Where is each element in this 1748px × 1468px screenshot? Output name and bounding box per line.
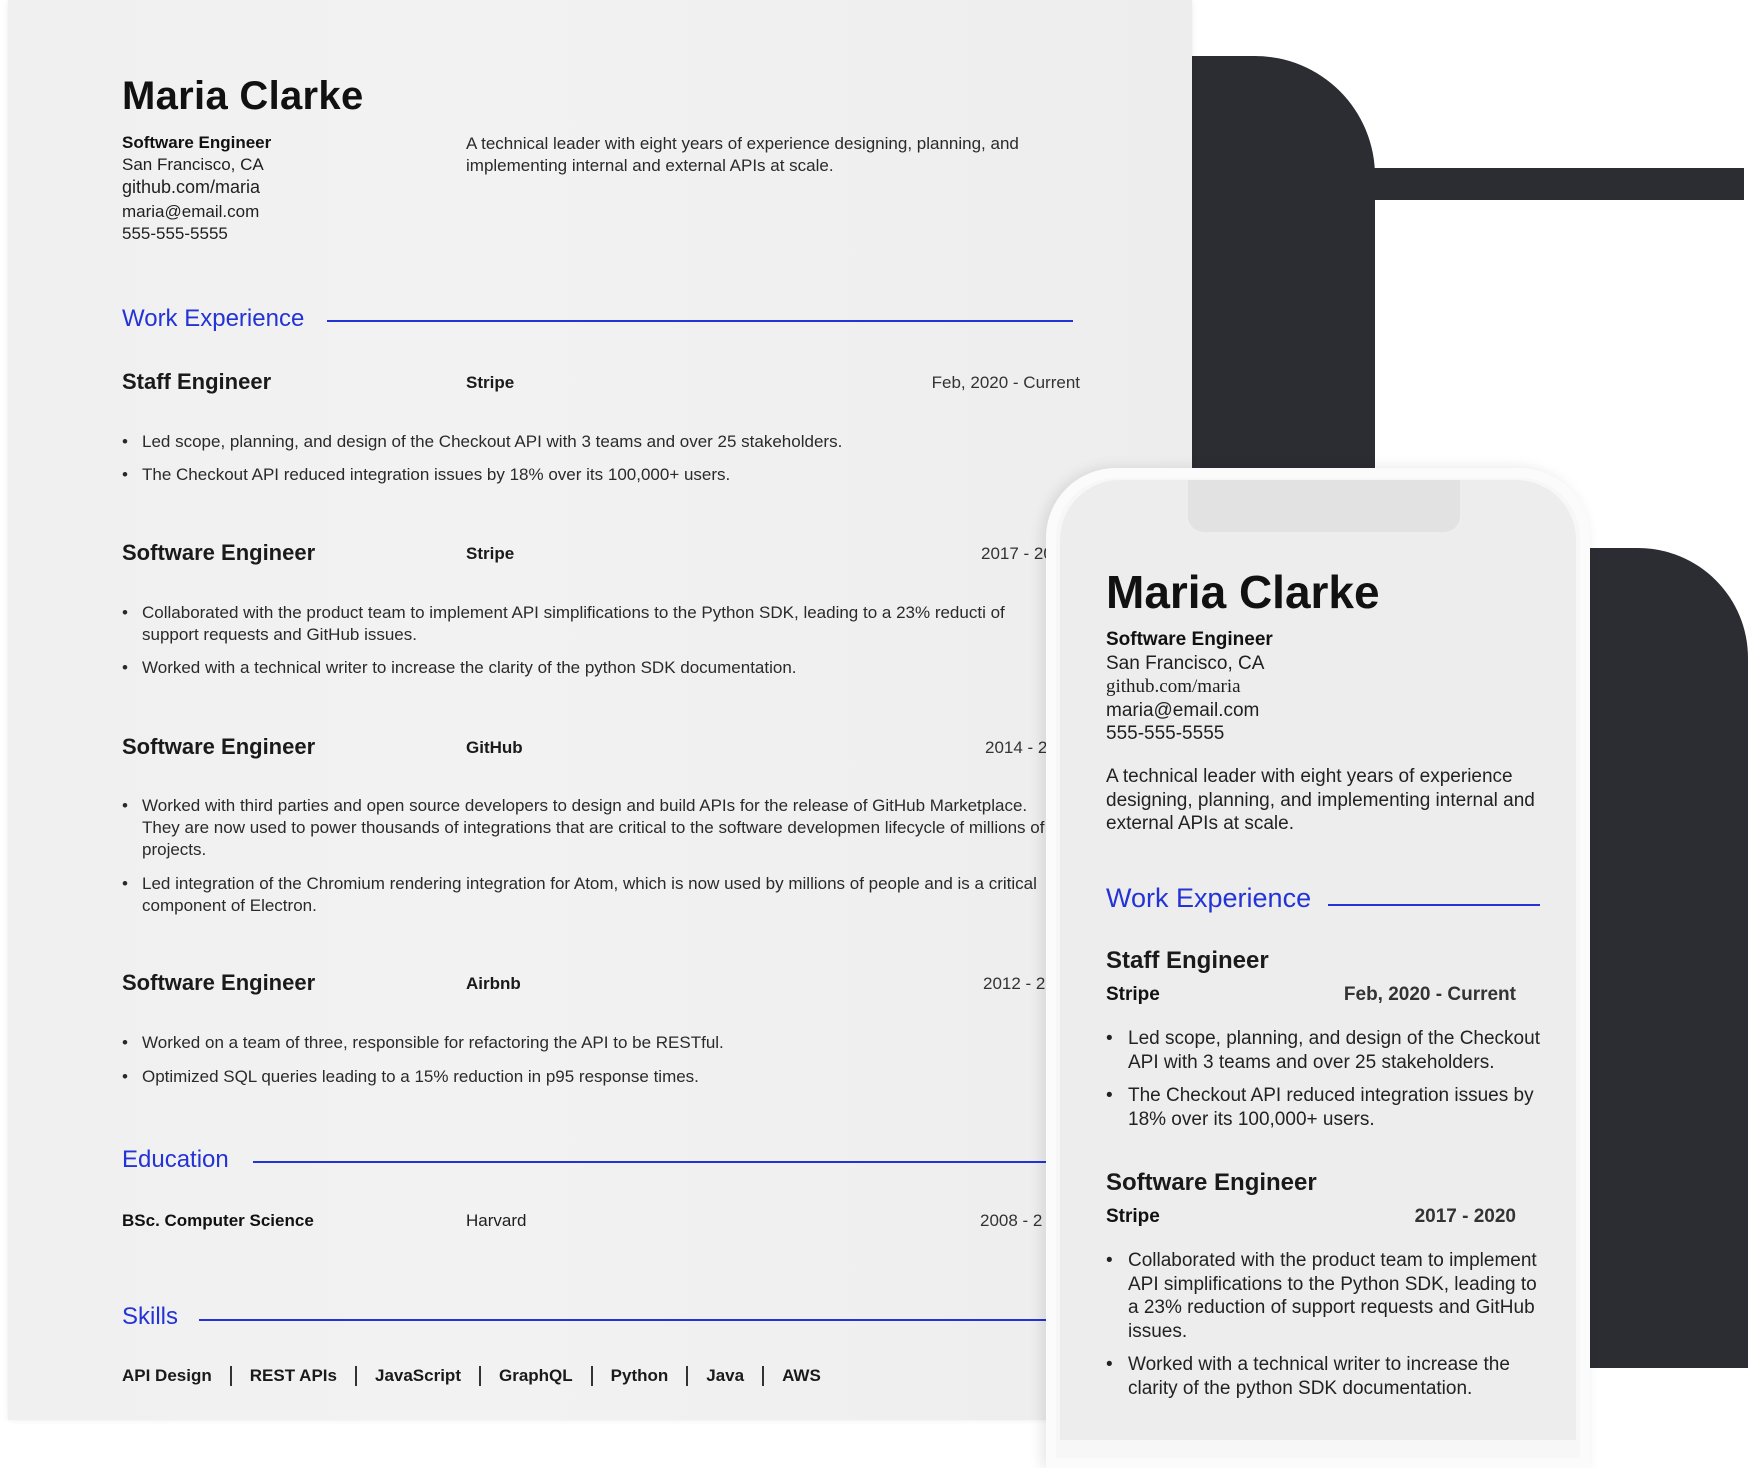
section-title-work: Work Experience: [122, 305, 305, 332]
section-divider: [199, 1319, 1073, 1321]
section-divider: [253, 1161, 1073, 1163]
job-bullet: Collaborated with the product team to im…: [122, 602, 1062, 646]
mobile-resume-name: Maria Clarke: [1106, 566, 1380, 618]
mobile-resume-title: Software Engineer: [1106, 629, 1273, 650]
mobile-resume-summary: A technical leader with eight years of e…: [1106, 766, 1535, 834]
job-title: Software Engineer: [122, 540, 316, 565]
job-bullet: Led integration of the Chromium renderin…: [122, 873, 1062, 917]
mobile-job-bullet: Collaborated with the product team to im…: [1106, 1249, 1548, 1343]
section-divider: [1328, 904, 1540, 906]
mobile-section-title-work: Work Experience: [1106, 883, 1312, 913]
mobile-job-company: Stripe: [1106, 984, 1160, 1005]
job-company: Stripe: [466, 373, 515, 392]
skill-item: API Design: [122, 1366, 212, 1385]
skill-item: REST APIs: [249, 1366, 337, 1385]
skill-item: GraphQL: [498, 1366, 573, 1385]
mobile-job-bullet: Led scope, planning, and design of the C…: [1106, 1027, 1548, 1074]
mobile-resume-email[interactable]: maria@email.com: [1106, 700, 1259, 722]
skill-separator: [590, 1366, 593, 1386]
mobile-job-title: Staff Engineer: [1106, 947, 1269, 974]
job-dates: Feb, 2020 - Current: [931, 373, 1080, 392]
job-company: Airbnb: [466, 974, 521, 993]
job-title: Software Engineer: [122, 734, 316, 759]
skill-separator: [762, 1366, 765, 1386]
mobile-job-bullet: Worked with a technical writer to increa…: [1106, 1353, 1548, 1400]
section-divider: [327, 320, 1073, 322]
skill-item: Python: [610, 1366, 669, 1385]
mobile-resume-phone: 555-555-5555: [1106, 723, 1225, 744]
skill-item: AWS: [782, 1366, 821, 1385]
mobile-job-dates: Feb, 2020 - Current: [1343, 984, 1516, 1005]
job-company: Stripe: [466, 544, 515, 563]
job-dates: 2012 - 2: [983, 974, 1046, 993]
resume-name: Maria Clarke: [122, 74, 364, 118]
resume-email[interactable]: maria@email.com: [122, 202, 259, 222]
job-bullet: The Checkout API reduced integration iss…: [122, 464, 1062, 486]
resume-github-link[interactable]: github.com/maria: [122, 177, 260, 198]
job-bullet: Worked with third parties and open sourc…: [122, 795, 1062, 861]
education-school: Harvard: [466, 1211, 527, 1230]
mobile-job-bullet: The Checkout API reduced integration iss…: [1106, 1084, 1548, 1131]
job-company: GitHub: [466, 738, 523, 757]
backdrop-bar: [1370, 168, 1744, 200]
mobile-resume-github-link[interactable]: github.com/maria: [1106, 676, 1241, 698]
skill-separator: [354, 1366, 357, 1386]
education-dates: 2008 - 2: [980, 1211, 1043, 1230]
section-title-skills: Skills: [122, 1303, 179, 1330]
skill-item: Java: [706, 1366, 745, 1385]
job-title: Software Engineer: [122, 970, 316, 995]
skill-separator: [478, 1366, 481, 1386]
mobile-job-title: Software Engineer: [1106, 1169, 1317, 1196]
resume-desktop-preview: Maria Clarke Software Engineer San Franc…: [8, 0, 1192, 1420]
skill-separator: [229, 1366, 232, 1386]
mobile-job-company: Stripe: [1106, 1206, 1160, 1227]
mobile-resume-location: San Francisco, CA: [1106, 653, 1265, 674]
job-bullet: Optimized SQL queries leading to a 15% r…: [122, 1066, 1062, 1088]
resume-title: Software Engineer: [122, 133, 272, 152]
job-bullet: Led scope, planning, and design of the C…: [122, 431, 1062, 453]
mobile-job-dates: 2017 - 2020: [1414, 1206, 1516, 1227]
skill-item: JavaScript: [374, 1366, 461, 1385]
section-title-education: Education: [122, 1146, 229, 1173]
phone-notch: [1188, 480, 1460, 532]
skills-list: API Design REST APIs JavaScript GraphQL …: [122, 1366, 821, 1386]
job-bullet: Worked on a team of three, responsible f…: [122, 1032, 1062, 1054]
job-dates: 2017 - 20: [981, 544, 1053, 563]
education-degree: BSc. Computer Science: [122, 1211, 314, 1230]
job-dates: 2014 - 2: [985, 738, 1048, 757]
resume-location: San Francisco, CA: [122, 155, 264, 174]
resume-mobile-preview: Maria Clarke Software Engineer San Franc…: [1060, 480, 1576, 1440]
skill-separator: [686, 1366, 689, 1386]
job-title: Staff Engineer: [122, 369, 272, 394]
backdrop-shape: [1180, 56, 1375, 476]
resume-summary: A technical leader with eight years of e…: [466, 134, 1019, 175]
job-bullet: Worked with a technical writer to increa…: [122, 657, 1062, 679]
resume-phone: 555-555-5555: [122, 224, 228, 243]
